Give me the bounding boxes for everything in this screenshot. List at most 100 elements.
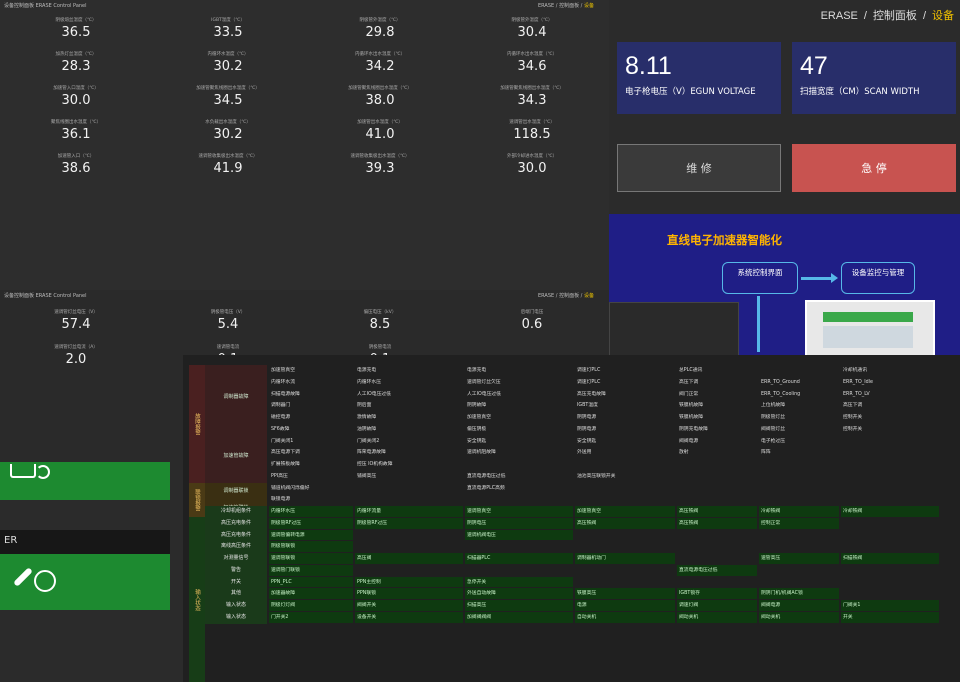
- alarm-item: 放射: [679, 450, 689, 456]
- alarm-item: 高压下调: [843, 403, 863, 409]
- input-status-item: 加速管真空: [577, 509, 601, 514]
- metric-value: 0.6: [521, 317, 543, 332]
- input-status-item: 速调管联锁: [271, 556, 295, 561]
- input-status-item: 加速器故障: [271, 591, 295, 597]
- alarm-item: 电子枪过压: [761, 438, 785, 444]
- alarm-item: 内循环水流: [271, 379, 295, 385]
- metric-label: 加速管入口温度（℃）: [53, 86, 99, 91]
- input-status-item: 阴极管联锁: [271, 544, 295, 550]
- alarm-item: 铺阀高压: [357, 473, 377, 479]
- crumb-control[interactable]: 控制面板: [559, 3, 579, 9]
- panel-title: 设备控制面板 ERASE Control Panel: [4, 3, 87, 9]
- crumb-device[interactable]: 设备: [584, 293, 594, 299]
- metric-label: 速调管收集极出水温度（℃）: [198, 154, 258, 159]
- alarm-item: 偏压阴极: [467, 426, 487, 432]
- alarm-item: 电源充电: [357, 368, 377, 373]
- alarm-item: 门阀关闭2: [357, 438, 380, 444]
- metric-cell: 阴极管外温度（℃） 30.4: [456, 12, 608, 46]
- crumb-erase[interactable]: ERASE: [538, 3, 554, 9]
- metric-cell: 后端门电压 0.6: [456, 304, 608, 339]
- alarm-item: IGBT温度: [577, 403, 598, 409]
- alarm-item: 扫描电源故障: [271, 391, 300, 397]
- alarm-item: SF6故障: [271, 426, 290, 432]
- metric-cell: 阴极熔丝温度（℃） 36.5: [0, 12, 152, 46]
- metric-cell: 加速管聚焦线圈出水温度（℃） 34.3: [456, 80, 608, 114]
- alarm-item: 人工IO电压过低: [467, 391, 501, 397]
- metric-label: 速调管收集极出水温度（℃）: [350, 154, 410, 159]
- metric-value: 30.2: [213, 59, 243, 74]
- input-status-item: 阴极灯灯阀: [271, 603, 295, 608]
- breadcrumb-control-panel[interactable]: 控制面板: [873, 10, 917, 22]
- input-status-item: 阀阀开关: [357, 603, 377, 608]
- input-status-item: 调速灯阀: [679, 603, 699, 608]
- input-status-item: 调制器机动门: [577, 556, 606, 561]
- alarm-item: 速调管灯丝欠压: [467, 379, 501, 385]
- metric-value: 41.0: [365, 127, 395, 142]
- input-row-label: 高压充电条件: [205, 529, 267, 542]
- emergency-stop-button[interactable]: 急 停: [792, 144, 956, 192]
- metric-value: 30.4: [517, 25, 547, 40]
- scan-width-value: 47: [800, 52, 828, 80]
- metric-value: 8.5: [369, 317, 391, 332]
- alarm-item: ERR_TO_LV: [843, 391, 870, 397]
- metric-cell: 加速管入口温度（℃） 30.0: [0, 80, 152, 114]
- input-row-label: 警告: [205, 564, 267, 577]
- tool-control-tile[interactable]: [0, 554, 170, 610]
- modulator-interlock-label: 调制器联锁: [205, 483, 267, 500]
- metric-label: 内循环水温度（℃）: [207, 52, 249, 57]
- metric-cell: 外部冷却进水温度（℃） 30.0: [456, 148, 608, 182]
- crumb-erase[interactable]: ERASE: [538, 293, 554, 299]
- temperature-grid: 阴极熔丝温度（℃） 36.5 IGBT温度（℃） 33.5 阴极管外温度（℃） 29.8 阴…: [0, 12, 608, 182]
- metric-value: 34.3: [517, 93, 547, 108]
- metric-value: 38.0: [365, 93, 395, 108]
- breadcrumb-erase[interactable]: ERASE: [821, 10, 858, 22]
- alarm-item: 调速灯PLC: [577, 379, 601, 385]
- wrench-icon: [13, 567, 33, 587]
- alarm-item: 直流电源电压过低: [467, 473, 506, 479]
- intro-slide: 直线电子加速器智能化 系统控制界面 设备监控与管理: [609, 214, 960, 358]
- slide-thumbnail-right: [805, 300, 935, 358]
- metric-cell: 速调管出水温度（℃） 118.5: [456, 114, 608, 148]
- alarm-item: 阴后面: [357, 403, 372, 409]
- input-status-item: 自动关机: [577, 614, 597, 620]
- crumb-control[interactable]: 控制面板: [559, 293, 579, 299]
- input-status-item: 门开关2: [271, 614, 289, 620]
- alarm-item: ERR_TO_Ground: [761, 379, 800, 385]
- metric-label: 加热灯丝温度（℃）: [55, 52, 97, 57]
- alarm-item: 激情故障: [357, 415, 377, 420]
- alarm-item: 总PLC通讯: [679, 368, 703, 373]
- input-status-item: 铁膜高压: [577, 591, 597, 597]
- input-status-item: 门阀关1: [843, 603, 861, 608]
- metric-value: 34.2: [365, 59, 395, 74]
- arrow-head-icon: [831, 273, 838, 283]
- metric-label: 速调管灯丝电流（A）: [54, 345, 98, 350]
- metric-label: 速调管出水温度（℃）: [509, 120, 555, 125]
- input-status-item: PPN_PLC: [271, 579, 292, 585]
- metric-value: 30.0: [61, 93, 91, 108]
- repair-button[interactable]: 维 修: [617, 144, 781, 192]
- metric-cell: 速调管收集极出水温度（℃） 39.3: [304, 148, 456, 182]
- metric-label: 加速管聚焦线圈出水温度（℃）: [500, 86, 564, 91]
- alarm-matrix: 故障报警 联锁报警 输入状态 调制器故障 加速管故障 调制器联锁 加速管联锁 加…: [183, 355, 960, 682]
- accelerator-fault-label: 加速管故障: [205, 429, 267, 483]
- input-row-label: 开关: [205, 576, 267, 589]
- metric-cell: 水负载出水温度（℃） 30.2: [152, 114, 304, 148]
- crumb-device[interactable]: 设备: [584, 3, 594, 9]
- slide-box-system-control: 系统控制界面: [722, 262, 798, 294]
- arrow-vertical-icon: [757, 296, 760, 352]
- input-status-item: 速调管真空: [467, 509, 491, 514]
- metric-label: 阴极管电流: [368, 345, 392, 350]
- input-status-item: 阀动关机: [679, 614, 699, 620]
- metric-cell: 速调管收集极出水温度（℃） 41.9: [152, 148, 304, 182]
- metric-label: 偏压电压（kV）: [363, 310, 397, 315]
- input-status-item: 阴阴门机/机阀AC锁: [761, 591, 803, 597]
- alarm-item: 阴阴电源: [577, 426, 597, 432]
- metric-label: 速调管灯丝电压（V）: [54, 310, 98, 315]
- metric-value: 33.5: [213, 25, 243, 40]
- alarm-item: 阴阴充电故障: [679, 426, 708, 432]
- breadcrumb-device[interactable]: 设备: [932, 10, 954, 22]
- metric-cell: 偏压电压（kV） 8.5: [304, 304, 456, 339]
- metric-value: 57.4: [61, 317, 91, 332]
- screen-control-tile[interactable]: [0, 462, 170, 500]
- egun-voltage-caption: 电子枪电压（V）EGUN VOLTAGE: [625, 87, 756, 97]
